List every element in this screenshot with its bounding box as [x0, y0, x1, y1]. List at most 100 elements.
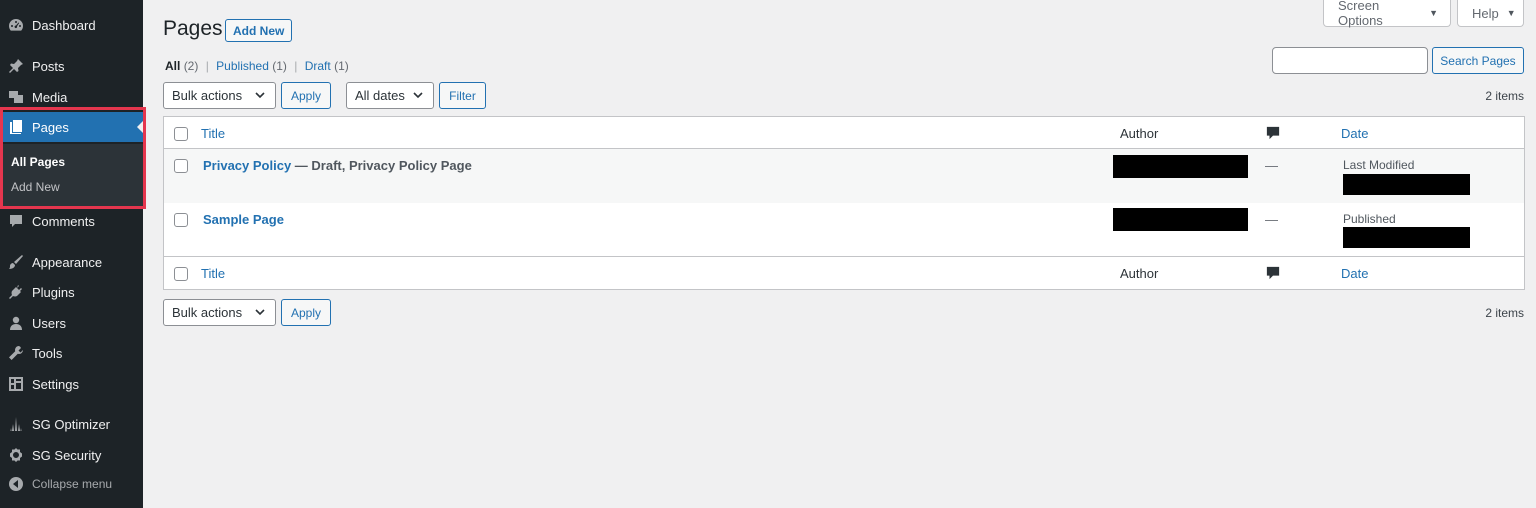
page-title: Pages — [163, 17, 223, 40]
sidebar-item-tools[interactable]: Tools — [0, 338, 143, 368]
user-icon — [8, 315, 24, 331]
select-all-checkbox[interactable] — [174, 127, 188, 141]
bulk-actions-select-bottom[interactable]: Bulk actions — [163, 299, 276, 326]
redacted-date — [1343, 174, 1470, 195]
filter-published-count: (1) — [272, 59, 287, 73]
page-title-link[interactable]: Sample Page — [203, 212, 284, 227]
column-title-footer[interactable]: Title — [201, 266, 225, 281]
filter-draft[interactable]: Draft — [305, 59, 331, 73]
select-all-checkbox-footer[interactable] — [174, 267, 188, 281]
sidebar-item-label: Pages — [32, 119, 69, 135]
date-status: Published — [1343, 212, 1396, 226]
sidebar-item-label: SG Security — [32, 447, 102, 463]
column-title-header[interactable]: Title — [201, 126, 225, 141]
sidebar-item-pages[interactable]: Pages — [0, 112, 143, 142]
sidebar-item-appearance[interactable]: Appearance — [0, 247, 143, 277]
page-state: — Draft, Privacy Policy Page — [291, 158, 472, 173]
collapse-icon — [8, 476, 24, 492]
bulk-actions-value: Bulk actions — [172, 88, 243, 103]
table-row: Sample Page — Published — [164, 203, 1524, 257]
bulk-actions-value: Bulk actions — [172, 305, 243, 320]
row-title: Sample Page — [203, 212, 284, 227]
sidebar-item-sg-optimizer[interactable]: SG Optimizer — [0, 409, 143, 439]
plugin-icon — [8, 284, 24, 300]
filter-draft-count: (1) — [334, 59, 349, 73]
sidebar-item-dashboard[interactable]: Dashboard — [0, 10, 143, 40]
status-filters: All (2) | Published (1) | Draft (1) — [165, 59, 349, 73]
separator: | — [294, 59, 298, 73]
table-header-row: Title Author Date — [164, 117, 1524, 149]
screen-options-label: Screen Options — [1338, 0, 1383, 28]
caret-down-icon: ▼ — [1429, 8, 1438, 18]
sidebar-item-settings[interactable]: Settings — [0, 369, 143, 399]
apply-button-top[interactable]: Apply — [281, 82, 331, 109]
sidebar-item-posts[interactable]: Posts — [0, 51, 143, 81]
active-indicator — [137, 121, 143, 133]
comment-icon — [1266, 126, 1280, 140]
sg-security-icon — [8, 447, 24, 463]
collapse-menu-label: Collapse menu — [32, 477, 113, 491]
screen-options-button[interactable]: Screen Options ▼ — [1323, 0, 1451, 28]
pages-icon — [8, 119, 24, 135]
column-date-header[interactable]: Date — [1341, 126, 1368, 141]
row-title: Privacy Policy — Draft, Privacy Policy P… — [203, 158, 472, 173]
submenu-all-pages[interactable]: All Pages — [11, 155, 65, 169]
pin-icon — [8, 58, 24, 74]
row-checkbox[interactable] — [174, 159, 188, 173]
pages-table: Title Author Date Privacy Policy — Draft… — [163, 116, 1525, 290]
help-label: Help — [1472, 5, 1499, 21]
column-author-footer: Author — [1120, 266, 1159, 281]
apply-button-bottom[interactable]: Apply — [281, 299, 331, 326]
date-status: Last Modified — [1343, 158, 1415, 172]
bulk-actions-select-top[interactable]: Bulk actions — [163, 82, 276, 109]
search-input[interactable] — [1272, 47, 1428, 74]
table-row: Privacy Policy — Draft, Privacy Policy P… — [164, 149, 1524, 203]
wrench-icon — [8, 345, 24, 361]
sidebar-item-label: Plugins — [32, 284, 75, 300]
chevron-down-icon — [413, 92, 423, 99]
dates-select[interactable]: All dates — [346, 82, 434, 109]
comment-count: — — [1265, 158, 1278, 173]
items-count-bottom: 2 items — [1485, 306, 1524, 320]
sidebar-item-media[interactable]: Media — [0, 82, 143, 112]
add-new-button[interactable]: Add New — [225, 19, 293, 42]
sidebar-item-users[interactable]: Users — [0, 308, 143, 338]
media-icon — [8, 89, 24, 105]
row-checkbox[interactable] — [174, 213, 188, 227]
sidebar-item-label: Appearance — [32, 254, 103, 270]
help-button[interactable]: Help ▼ — [1457, 0, 1524, 27]
brush-icon — [8, 254, 24, 270]
filter-published[interactable]: Published — [216, 59, 269, 73]
submenu-add-new[interactable]: Add New — [11, 180, 60, 194]
column-date-footer[interactable]: Date — [1341, 266, 1368, 281]
comment-icon — [8, 213, 24, 229]
redacted-date — [1343, 227, 1470, 248]
chevron-down-icon — [255, 92, 265, 99]
page-title-link[interactable]: Privacy Policy — [203, 158, 291, 173]
sidebar-item-label: SG Optimizer — [32, 416, 111, 432]
column-author-header: Author — [1120, 126, 1159, 141]
comment-count: — — [1265, 212, 1278, 227]
comment-icon — [1266, 266, 1280, 280]
sidebar-item-sg-security[interactable]: SG Security — [0, 440, 143, 470]
sidebar-item-plugins[interactable]: Plugins — [0, 277, 143, 307]
admin-sidebar: Dashboard Posts Media Pages All Pages Ad… — [0, 0, 143, 508]
sidebar-item-label: Comments — [32, 213, 95, 229]
sidebar-item-label: Posts — [32, 58, 65, 74]
pages-submenu: All Pages Add New — [0, 144, 143, 208]
caret-down-icon: ▼ — [1506, 8, 1516, 18]
settings-icon — [8, 376, 24, 392]
search-pages-button[interactable]: Search Pages — [1432, 47, 1524, 74]
sidebar-item-comments[interactable]: Comments — [0, 206, 143, 236]
filter-all[interactable]: All — [165, 59, 180, 73]
table-footer-row: Title Author Date — [164, 257, 1524, 289]
sg-optimizer-icon — [8, 416, 24, 432]
separator: | — [205, 59, 209, 73]
sidebar-item-label: Tools — [32, 345, 63, 361]
sidebar-item-label: Dashboard — [32, 17, 96, 33]
filter-button[interactable]: Filter — [439, 82, 486, 109]
collapse-menu-button[interactable]: Collapse menu — [0, 469, 143, 499]
sidebar-item-label: Users — [32, 315, 66, 331]
filter-all-count: (2) — [183, 59, 199, 73]
sidebar-item-label: Media — [32, 89, 68, 105]
